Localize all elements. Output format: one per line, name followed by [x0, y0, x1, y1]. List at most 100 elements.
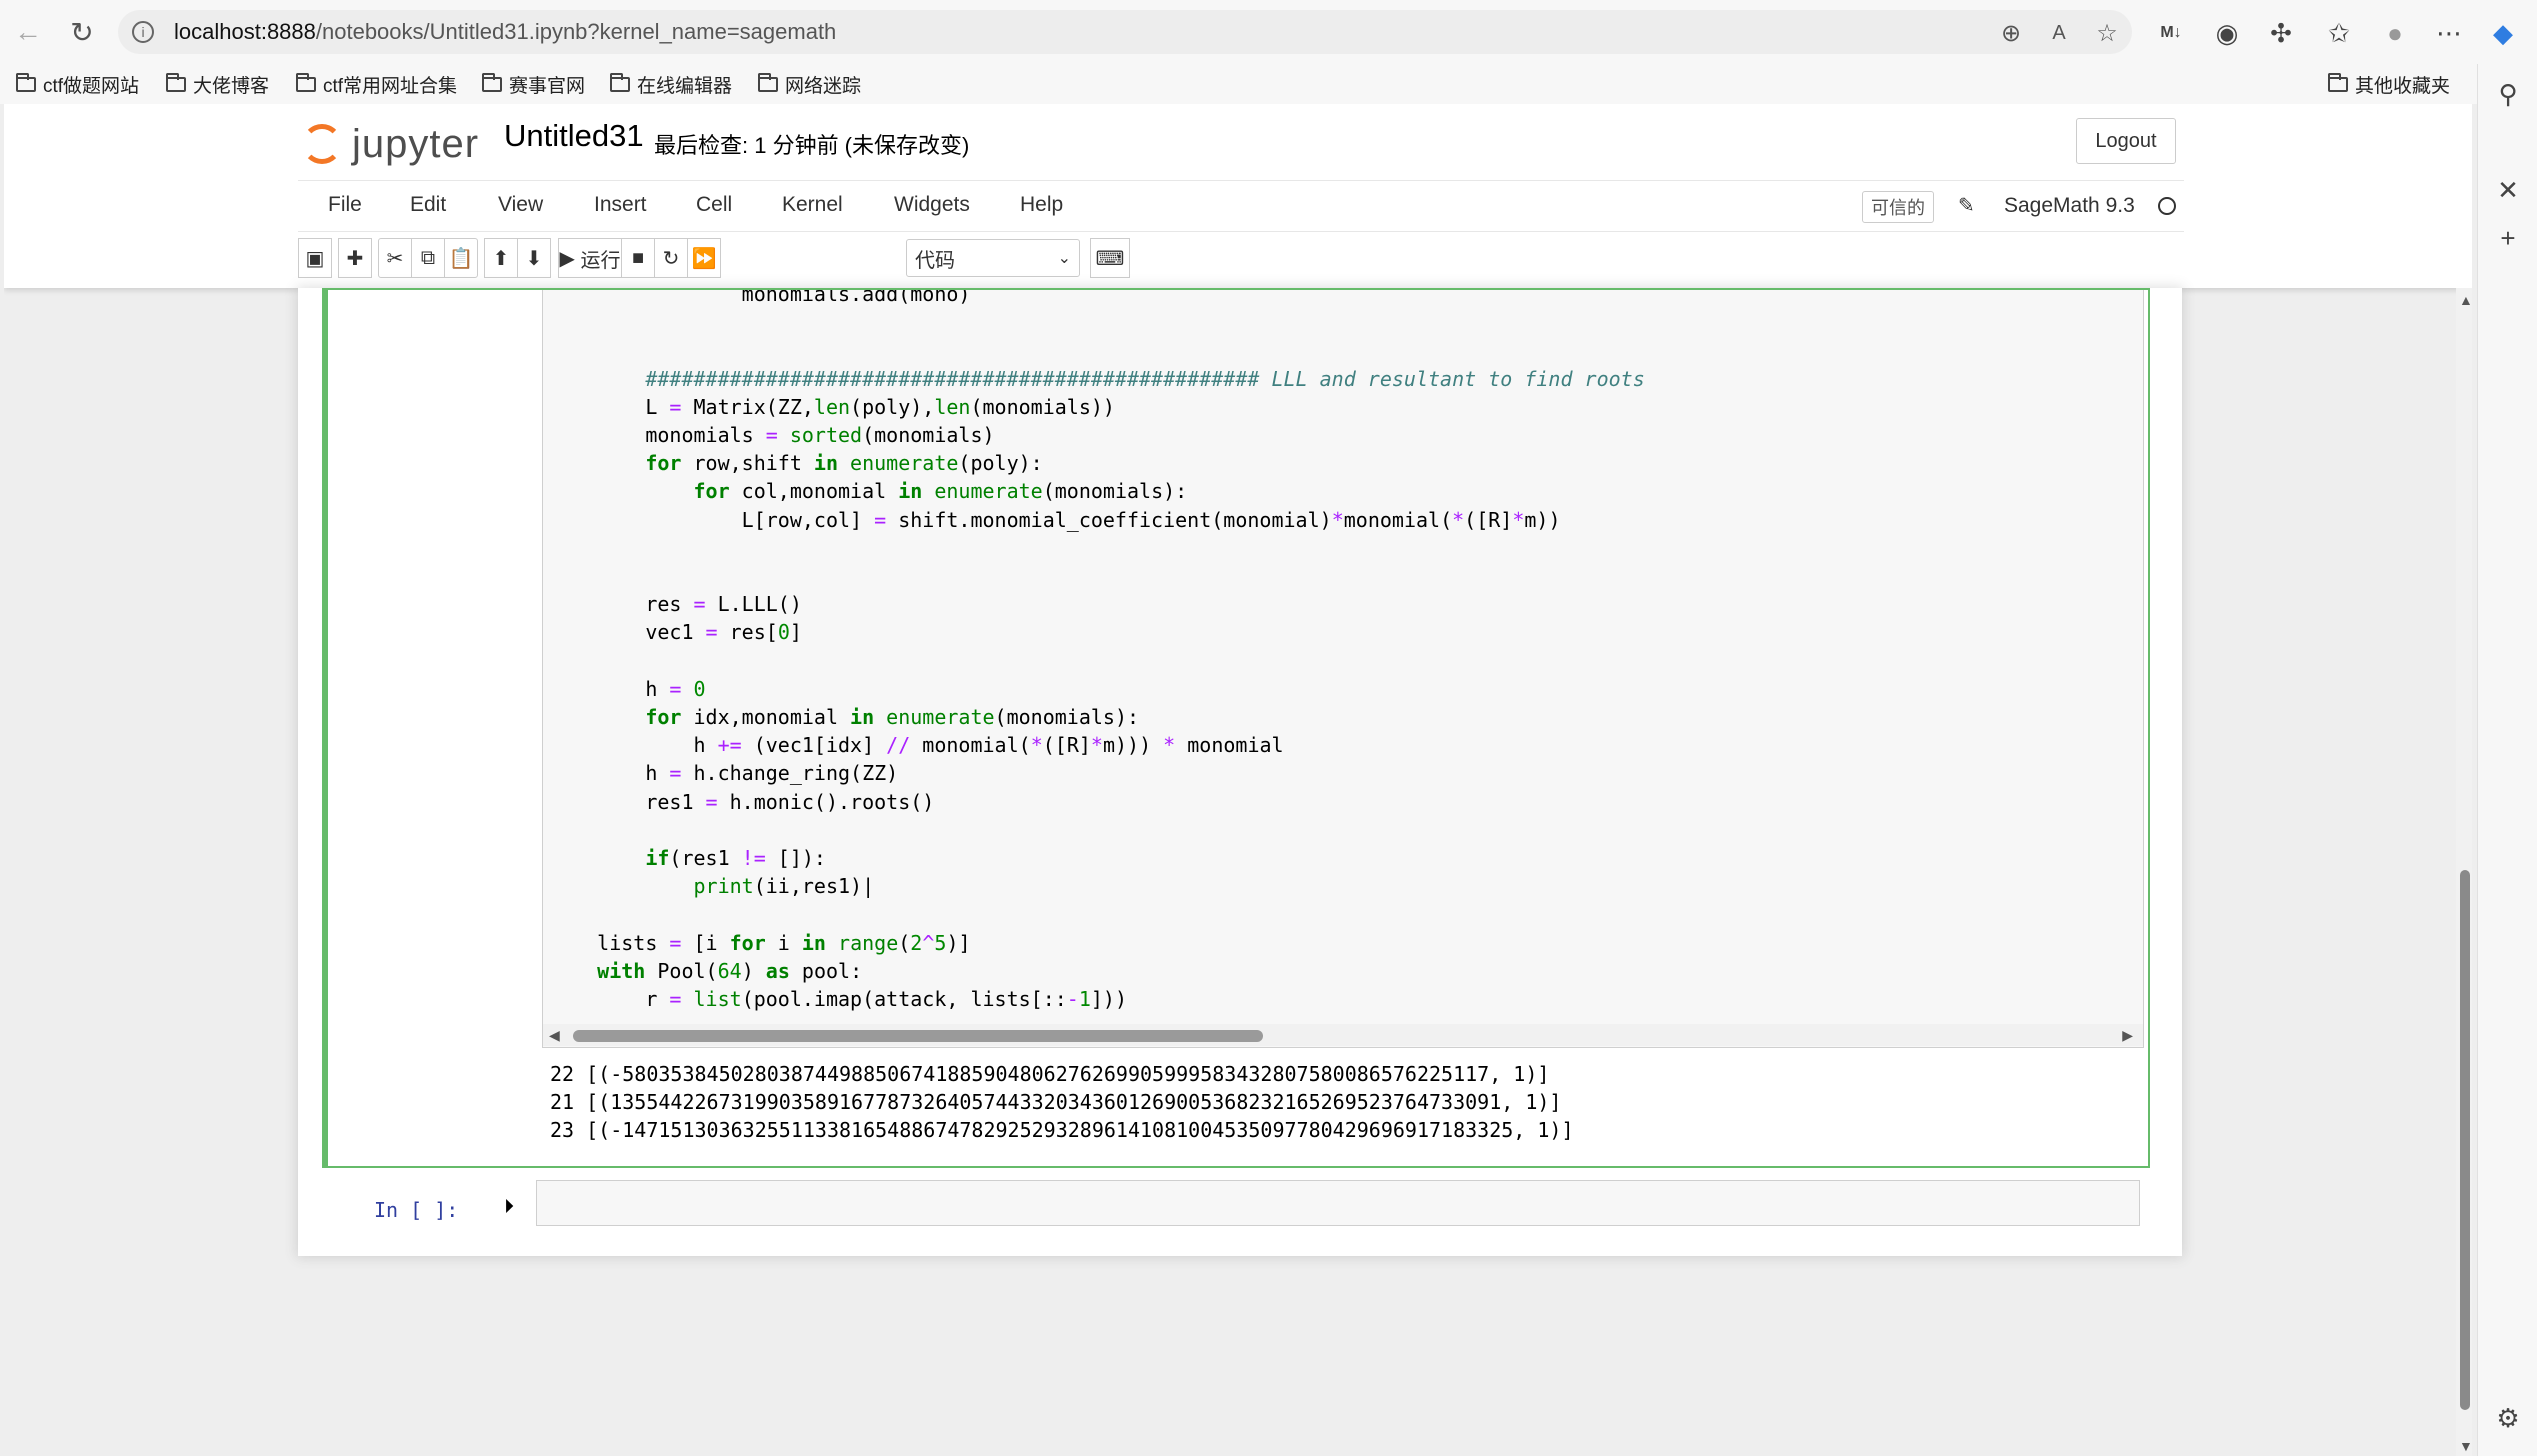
markdown-extension-icon[interactable]: M↓: [2154, 16, 2188, 50]
save-icon: ▣: [305, 247, 325, 270]
url-text[interactable]: localhost:8888/notebooks/Untitled31.ipyn…: [174, 19, 836, 45]
stop-icon: ■: [631, 246, 645, 269]
bookmark-label: 网络迷踪: [785, 75, 862, 97]
folder-icon: [16, 72, 36, 92]
paste-button[interactable]: 📋: [444, 238, 478, 278]
site-info-icon[interactable]: i: [132, 21, 154, 43]
reload-icon[interactable]: ↻: [64, 14, 100, 50]
run-cell-icon[interactable]: ⏵: [504, 1196, 514, 1219]
output-line: 21 [(13554422673199035891677873264057443…: [550, 1090, 1562, 1114]
run-button[interactable]: ▶ 运行: [558, 238, 622, 278]
fast-forward-icon: ⏩: [691, 247, 717, 270]
bookmark-folder[interactable]: 赛事官网: [482, 70, 585, 98]
scrollbar-thumb[interactable]: [573, 1030, 1263, 1042]
other-bookmarks-folder[interactable]: 其他收藏夹: [2328, 70, 2450, 98]
more-menu-icon[interactable]: ⋯: [2432, 16, 2466, 50]
kernel-name: SageMath 9.3: [2004, 194, 2135, 217]
restart-button[interactable]: ↻: [654, 238, 688, 278]
placeholder: [2492, 176, 2524, 208]
paste-icon: 📋: [448, 247, 474, 270]
jupyter-logo[interactable]: jupyter: [302, 116, 479, 172]
notebook-toolbar: ▣ ✚ ✂ ⧉ 📋 ⬆ ⬇ ▶ 运行 ■ ↻ ⏩ 代码 ⌄ ⌨: [298, 238, 2184, 280]
extension-circle-icon[interactable]: ◉: [2210, 16, 2244, 50]
favorite-star-icon[interactable]: ☆: [2092, 18, 2122, 48]
menu-file[interactable]: File: [328, 193, 362, 217]
bookmark-folder[interactable]: 网络迷踪: [758, 70, 861, 98]
back-icon[interactable]: ←: [10, 14, 46, 50]
scroll-right-arrow-icon[interactable]: ▶: [2122, 1027, 2133, 1044]
bookmark-folder[interactable]: 在线编辑器: [610, 70, 732, 98]
url-host: localhost:8888: [174, 19, 316, 44]
code-editor[interactable]: monomials.add(mono) ####################…: [542, 290, 2144, 1048]
run-label: 运行: [580, 249, 621, 272]
keyboard-icon: ⌨: [1095, 247, 1125, 270]
cell-type-select[interactable]: 代码 ⌄: [906, 239, 1080, 277]
menu-view[interactable]: View: [498, 193, 543, 217]
search-icon[interactable]: ⚲: [2492, 78, 2524, 110]
menu-kernel[interactable]: Kernel: [782, 193, 843, 217]
copilot-icon[interactable]: ◆: [2486, 16, 2520, 50]
cell-output: 22 [(-5803538450280387449885067418859048…: [542, 1060, 2142, 1144]
horizontal-scrollbar[interactable]: ◀ ▶: [543, 1024, 2143, 1046]
trusted-badge[interactable]: 可信的: [1862, 191, 1934, 223]
move-down-button[interactable]: ⬇: [517, 238, 551, 278]
code-cell-empty[interactable]: In [ ]: ⏵: [322, 1168, 2150, 1240]
menu-help[interactable]: Help: [1020, 193, 1063, 217]
extensions-puzzle-icon[interactable]: ✣: [2264, 16, 2298, 50]
notebook-title[interactable]: Untitled31: [504, 118, 644, 154]
favorites-icon[interactable]: ✩: [2322, 16, 2356, 50]
bookmark-label: 赛事官网: [509, 75, 586, 97]
zoom-icon[interactable]: ⊕: [1996, 18, 2026, 48]
menu-cell[interactable]: Cell: [696, 193, 732, 217]
settings-gear-icon[interactable]: ⚙: [2492, 1402, 2524, 1434]
code-content[interactable]: monomials.add(mono) ####################…: [549, 290, 1645, 1013]
folder-icon: [2328, 72, 2348, 92]
cut-button[interactable]: ✂: [378, 238, 412, 278]
scrollbar-thumb[interactable]: [2460, 870, 2470, 1410]
menubar: File Edit View Insert Cell Kernel Widget…: [298, 180, 2184, 232]
bookmark-label: 在线编辑器: [637, 75, 733, 97]
move-up-button[interactable]: ⬆: [484, 238, 518, 278]
bookmark-folder[interactable]: ctf做题网站: [16, 70, 139, 98]
bookmark-folder[interactable]: 大佬博客: [166, 70, 269, 98]
copy-button[interactable]: ⧉: [411, 238, 445, 278]
bookmark-label: ctf做题网站: [43, 75, 140, 97]
bookmark-folder[interactable]: ctf常用网址合集: [296, 70, 457, 98]
restart-icon: ↻: [662, 247, 680, 270]
bookmark-label: 其他收藏夹: [2355, 75, 2451, 97]
command-palette-button[interactable]: ⌨: [1090, 238, 1130, 278]
bookmarks-bar: ctf做题网站 大佬博客 ctf常用网址合集 赛事官网 在线编辑器 网络迷踪 其…: [0, 64, 2537, 104]
menu-insert[interactable]: Insert: [594, 193, 647, 217]
arrow-up-icon: ⬆: [492, 247, 510, 270]
folder-icon: [166, 72, 186, 92]
logout-button[interactable]: Logout: [2076, 118, 2176, 164]
folder-icon: [296, 72, 316, 92]
code-cell-selected[interactable]: monomials.add(mono) ####################…: [322, 288, 2150, 1168]
save-button[interactable]: ▣: [298, 238, 332, 278]
folder-icon: [482, 72, 502, 92]
code-editor-empty[interactable]: [536, 1180, 2140, 1226]
edit-pencil-icon[interactable]: ✎: [1958, 193, 1975, 218]
scroll-left-arrow-icon[interactable]: ◀: [549, 1027, 560, 1044]
url-path: /notebooks/Untitled31.ipynb?kernel_name=…: [315, 19, 837, 44]
arrow-down-icon: ⬇: [525, 247, 543, 270]
restart-run-all-button[interactable]: ⏩: [687, 238, 721, 278]
input-prompt: In [ ]:: [374, 1198, 459, 1222]
chevron-down-icon: ⌄: [1057, 250, 1071, 267]
plus-icon: ✚: [346, 247, 364, 270]
address-bar[interactable]: i localhost:8888/notebooks/Untitled31.ip…: [118, 10, 2132, 54]
read-aloud-icon[interactable]: A: [2044, 18, 2074, 48]
profile-avatar-icon[interactable]: ●: [2378, 16, 2412, 50]
add-icon[interactable]: +: [2492, 222, 2524, 254]
menu-edit[interactable]: Edit: [410, 193, 446, 217]
save-status: 最后检查: 1 分钟前 (未保存改变): [654, 133, 970, 158]
cell-type-value: 代码: [915, 249, 955, 272]
output-line: 22 [(-5803538450280387449885067418859048…: [550, 1062, 1550, 1086]
insert-cell-button[interactable]: ✚: [338, 238, 372, 278]
output-line: 23 [(-1471513036325511338165488674782925…: [550, 1118, 1574, 1142]
scroll-down-arrow-icon[interactable]: ▼: [2459, 1438, 2472, 1454]
interrupt-button[interactable]: ■: [621, 238, 655, 278]
page-vertical-scrollbar[interactable]: ▲ ▼: [2456, 288, 2472, 1456]
menu-widgets[interactable]: Widgets: [894, 193, 970, 217]
scroll-up-arrow-icon[interactable]: ▲: [2459, 292, 2472, 308]
